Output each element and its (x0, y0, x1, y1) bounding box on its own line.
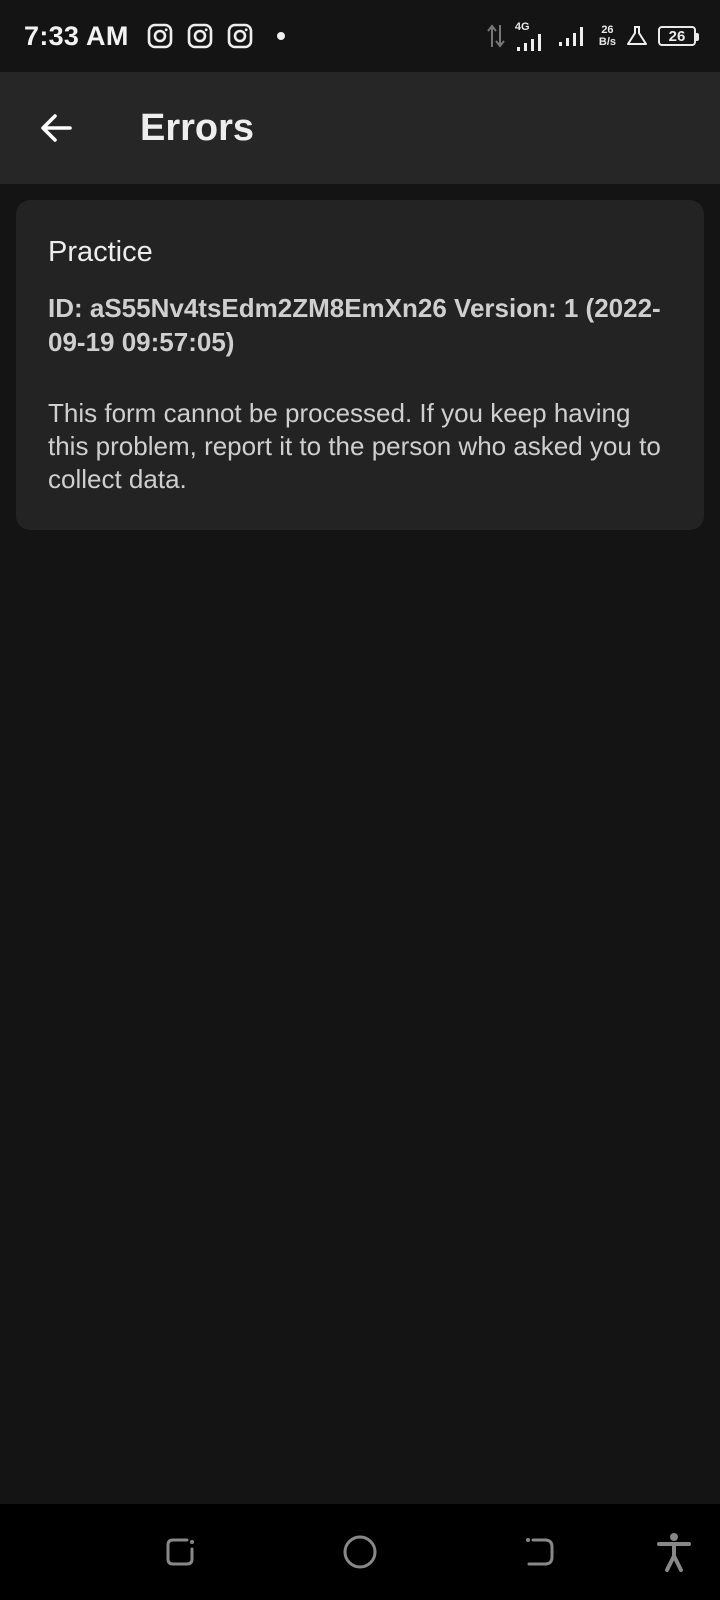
data-speed-value: 26 (601, 24, 614, 36)
instagram-icon (227, 23, 252, 49)
page-title: Errors (140, 106, 255, 149)
notification-dot (276, 32, 285, 40)
instagram-icon (147, 23, 172, 49)
signal-icon (516, 34, 541, 51)
data-speed-unit: B/s (598, 36, 616, 48)
home-icon (343, 1535, 377, 1569)
beaker-icon (627, 26, 647, 45)
data-transfer-icon (487, 24, 505, 48)
accessibility-button[interactable] (650, 1528, 698, 1576)
battery-icon: 26 (658, 26, 699, 46)
error-card[interactable]: Practice ID: aS55Nv4tsEdm2ZM8EmXn26 Vers… (16, 200, 704, 530)
status-right: 4G 26 B/s 26 (487, 21, 699, 51)
back-button[interactable] (24, 96, 88, 160)
data-speed: 26 B/s (599, 24, 616, 48)
signal-group-1: 4G (515, 21, 547, 51)
accessibility-icon (657, 1533, 691, 1572)
battery-level: 26 (668, 27, 686, 45)
error-message: This form cannot be processed. If you ke… (48, 398, 661, 494)
arrow-left-icon (41, 114, 72, 142)
app-bar: Errors (0, 72, 720, 184)
instagram-icon (187, 23, 212, 49)
network-type: 4G (514, 21, 530, 33)
recents-icon (166, 1538, 194, 1566)
status-left: 7:33 AM (24, 21, 285, 52)
status-bar: 7:33 AM 4G 26 B/s 26 (0, 0, 720, 72)
form-id-version: ID: aS55Nv4tsEdm2ZM8EmXn26 Version: 1 (2… (48, 293, 661, 357)
form-name: Practice (48, 236, 153, 268)
back-icon (526, 1538, 554, 1566)
recents-button[interactable] (156, 1528, 204, 1576)
system-back-button[interactable] (516, 1528, 564, 1576)
signal-icon (558, 27, 583, 46)
home-button[interactable] (336, 1528, 384, 1576)
nav-bar (0, 1504, 720, 1600)
status-time: 7:33 AM (24, 20, 129, 51)
